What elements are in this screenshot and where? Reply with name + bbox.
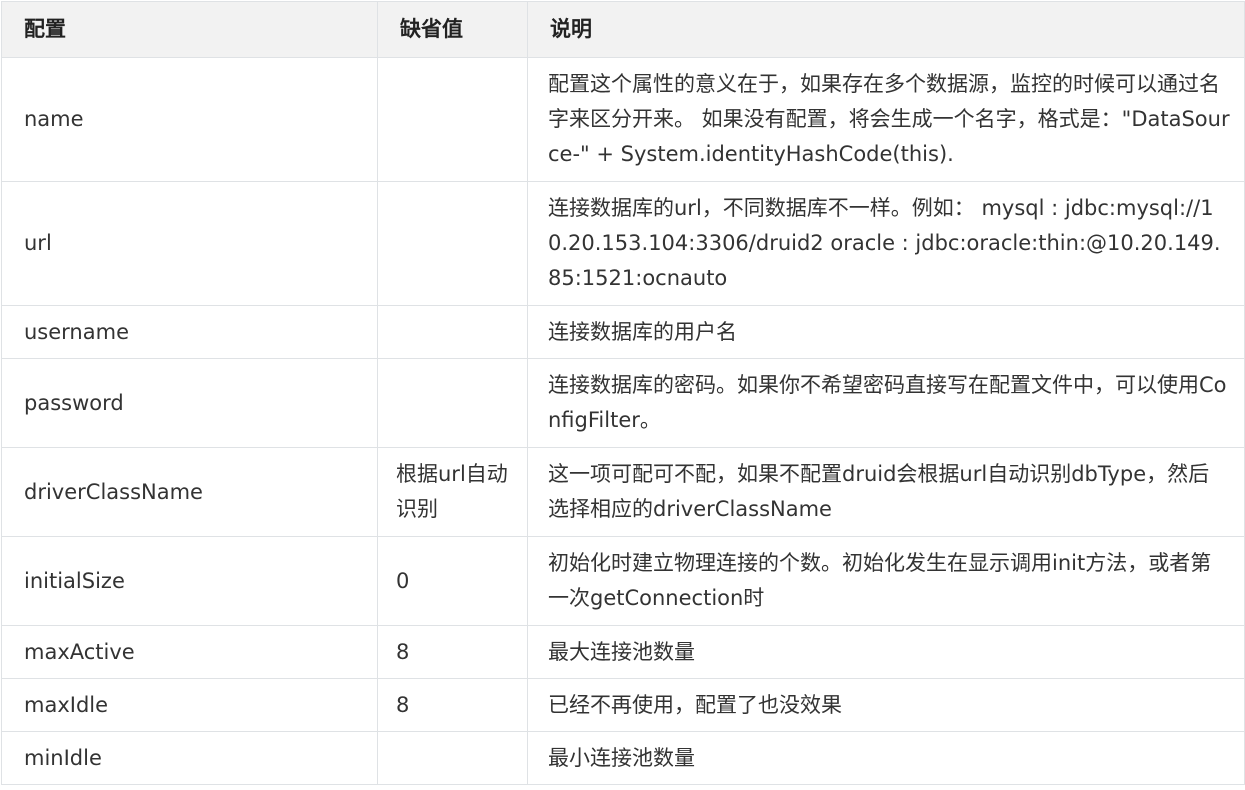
table-row: password 连接数据库的密码。如果你不希望密码直接写在配置文件中，可以使用… (1, 358, 1245, 448)
table-body: name 配置这个属性的意义在于，如果存在多个数据源，监控的时候可以通过名字来区… (1, 57, 1245, 785)
table-row: driverClassName 根据url自动识别 这一项可配可不配，如果不配置… (1, 447, 1245, 537)
config-cell: maxActive (1, 625, 378, 679)
config-cell: maxIdle (1, 678, 378, 732)
default-cell (377, 305, 528, 359)
default-cell (377, 181, 528, 306)
default-cell: 0 (377, 536, 528, 626)
description-cell: 连接数据库的用户名 (527, 305, 1245, 359)
description-cell: 最大连接池数量 (527, 625, 1245, 679)
config-cell: url (1, 181, 378, 306)
description-cell: 已经不再使用，配置了也没效果 (527, 678, 1245, 732)
config-cell: minIdle (1, 731, 378, 785)
description-cell: 这一项可配可不配，如果不配置druid会根据url自动识别dbType，然后选择… (527, 447, 1245, 537)
description-cell: 初始化时建立物理连接的个数。初始化发生在显示调用init方法，或者第一次getC… (527, 536, 1245, 626)
description-cell: 连接数据库的url，不同数据库不一样。例如： mysql : jdbc:mysq… (527, 181, 1245, 306)
config-table: 配置 缺省值 说明 name 配置这个属性的意义在于，如果存在多个数据源，监控的… (1, 1, 1245, 785)
default-cell: 根据url自动识别 (377, 447, 528, 537)
table-header: 配置 缺省值 说明 (1, 1, 1245, 58)
header-description: 说明 (527, 1, 1245, 58)
config-cell: driverClassName (1, 447, 378, 537)
table-row: minIdle 最小连接池数量 (1, 731, 1245, 785)
table-row: maxActive 8 最大连接池数量 (1, 625, 1245, 679)
table-row: name 配置这个属性的意义在于，如果存在多个数据源，监控的时候可以通过名字来区… (1, 57, 1245, 182)
description-cell: 最小连接池数量 (527, 731, 1245, 785)
table-row: maxIdle 8 已经不再使用，配置了也没效果 (1, 678, 1245, 732)
description-cell: 连接数据库的密码。如果你不希望密码直接写在配置文件中，可以使用ConfigFil… (527, 358, 1245, 448)
default-cell: 8 (377, 678, 528, 732)
default-cell (377, 358, 528, 448)
description-cell: 配置这个属性的意义在于，如果存在多个数据源，监控的时候可以通过名字来区分开来。 … (527, 57, 1245, 182)
table-row: initialSize 0 初始化时建立物理连接的个数。初始化发生在显示调用in… (1, 536, 1245, 626)
table-row: url 连接数据库的url，不同数据库不一样。例如： mysql : jdbc:… (1, 181, 1245, 306)
config-cell: password (1, 358, 378, 448)
config-cell: name (1, 57, 378, 182)
config-cell: initialSize (1, 536, 378, 626)
header-config: 配置 (1, 1, 378, 58)
default-cell (377, 731, 528, 785)
default-cell (377, 57, 528, 182)
table-row: username 连接数据库的用户名 (1, 305, 1245, 359)
header-default: 缺省值 (377, 1, 528, 58)
default-cell: 8 (377, 625, 528, 679)
header-row: 配置 缺省值 说明 (1, 1, 1245, 58)
config-cell: username (1, 305, 378, 359)
